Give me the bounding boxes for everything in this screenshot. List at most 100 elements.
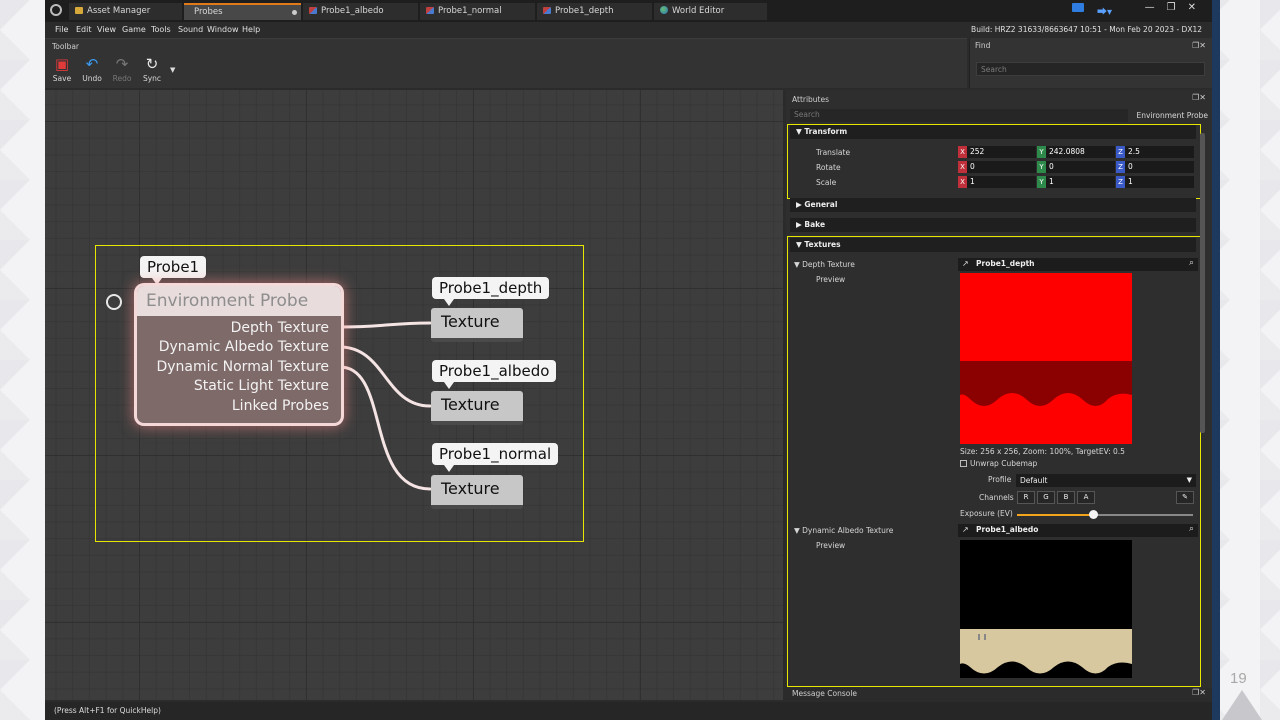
open-external-icon[interactable]: ↗ (962, 259, 969, 268)
environment-probe-node[interactable]: Environment Probe Depth Texture Dynamic … (137, 286, 341, 423)
port-depth-texture[interactable]: Depth Texture (231, 320, 329, 336)
channel-b-button[interactable]: B (1057, 491, 1075, 504)
depth-texture-preview (960, 273, 1132, 444)
panel-float-close-icon[interactable]: ❐✕ (1192, 688, 1206, 697)
channel-r-button[interactable]: R (1017, 491, 1035, 504)
translate-y-field[interactable]: Y 242.0808 (1037, 146, 1115, 158)
menu-tools[interactable]: Tools (151, 25, 171, 34)
undo-label: Undo (82, 74, 102, 83)
x-axis-tag: X (958, 161, 967, 173)
channel-a-button[interactable]: A (1077, 491, 1095, 504)
general-section-header[interactable]: ▶ General (790, 198, 1196, 212)
x-axis-tag: X (958, 146, 967, 158)
value: 1 (1049, 177, 1054, 186)
menu-bar: File Edit View Game Tools Sound Window H… (45, 22, 1212, 38)
transform-section-header[interactable]: ▼ Transform (790, 125, 1196, 139)
texture-size-info: Size: 256 x 256, Zoom: 100%, TargetEV: 0… (960, 447, 1125, 456)
texture-node-normal[interactable]: Texture (431, 475, 523, 509)
checkbox-label: Unwrap Cubemap (970, 459, 1038, 468)
input-socket[interactable] (106, 294, 122, 310)
port-dynamic-albedo-texture[interactable]: Dynamic Albedo Texture (159, 339, 329, 355)
value: 252 (970, 147, 985, 156)
texture-name: Probe1_albedo (976, 525, 1039, 534)
scale-y-field[interactable]: Y1 (1037, 176, 1115, 188)
texture-name: Probe1_depth (976, 259, 1035, 268)
depth-texture-field[interactable]: ↗ Probe1_depth ⌕ (958, 258, 1198, 271)
rotate-z-field[interactable]: Z0 (1116, 161, 1194, 173)
chat-icon[interactable] (1072, 3, 1084, 12)
menu-edit[interactable]: Edit (76, 25, 92, 34)
app-logo-icon[interactable] (50, 4, 62, 16)
menu-game[interactable]: Game (122, 25, 146, 34)
probe-name-label: Probe1 (140, 256, 207, 285)
panel-float-close-icon[interactable]: ❐✕ (1192, 93, 1206, 102)
slider-handle[interactable] (1088, 510, 1098, 519)
redo-button[interactable]: ↷ Redo (110, 55, 134, 83)
unwrap-cubemap-checkbox[interactable]: Unwrap Cubemap (960, 459, 1037, 468)
select-value: Default (1020, 476, 1048, 485)
pencil-icon[interactable]: ✎ (1176, 491, 1194, 504)
channel-g-button[interactable]: G (1037, 491, 1055, 504)
texture-node-depth[interactable]: Texture (431, 308, 523, 342)
search-icon[interactable]: ⌕ (1189, 524, 1194, 534)
node-graph-canvas[interactable]: Probe1 Environment Probe Depth Texture D… (45, 90, 783, 700)
tab-probe1-normal[interactable]: Probe1_normal (420, 3, 535, 20)
find-search-input[interactable]: Search (976, 62, 1205, 76)
open-external-icon[interactable]: ↗ (962, 525, 969, 534)
y-axis-tag: Y (1037, 146, 1046, 158)
attributes-scrollbar[interactable] (1200, 133, 1205, 433)
texture-doc-icon (543, 7, 551, 14)
section-title: Bake (804, 220, 826, 229)
window-controls[interactable]: —❐✕ (1145, 2, 1208, 13)
tab-probes[interactable]: Probes (184, 3, 301, 20)
scale-x-field[interactable]: X1 (958, 176, 1036, 188)
scale-label: Scale (816, 178, 837, 187)
redo-icon: ↷ (115, 55, 129, 73)
profile-select[interactable]: Default ▼ (1016, 474, 1196, 487)
share-icon[interactable]: ⮕▾ (1097, 3, 1112, 18)
bake-section-header[interactable]: ▶ Bake (790, 218, 1196, 232)
sync-dropdown-icon[interactable]: ▼ (170, 66, 175, 74)
value: 1 (970, 177, 975, 186)
tab-probe1-albedo[interactable]: Probe1_albedo (303, 3, 418, 20)
value: 0 (1049, 162, 1054, 171)
texture-node-albedo[interactable]: Texture (431, 391, 523, 425)
message-console-panel: Message Console ❐✕ (786, 688, 1212, 700)
sync-button[interactable]: ↻ Sync (140, 55, 164, 83)
tab-world-editor[interactable]: World Editor (654, 3, 767, 20)
menu-view[interactable]: View (97, 25, 116, 34)
find-panel: Find ❐✕ Search (969, 38, 1212, 88)
exposure-slider[interactable] (1017, 510, 1193, 519)
menu-window[interactable]: Window (207, 25, 239, 34)
object-type-label: Environment Probe (1136, 111, 1208, 120)
profile-label: Profile (988, 475, 1012, 484)
menu-file[interactable]: File (55, 25, 68, 34)
scale-z-field[interactable]: Z1 (1116, 176, 1194, 188)
rotate-y-field[interactable]: Y0 (1037, 161, 1115, 173)
toolbar-panel: Toolbar ▣ Save ↶ Undo ↷ Redo ↻ Sync (45, 38, 967, 88)
tab-probe1-depth[interactable]: Probe1_depth (537, 3, 652, 20)
albedo-texture-field[interactable]: ↗ Probe1_albedo ⌕ (958, 524, 1198, 537)
search-icon[interactable]: ⌕ (1189, 258, 1194, 268)
panel-float-close-icon[interactable]: ❐✕ (1192, 41, 1206, 50)
toolbar-title: Toolbar (52, 42, 80, 51)
attributes-search-input[interactable]: Search (790, 109, 1128, 122)
tab-asset-manager[interactable]: Asset Manager (69, 3, 182, 20)
menu-help[interactable]: Help (242, 25, 260, 34)
translate-x-field[interactable]: X 252 (958, 146, 1036, 158)
port-static-light-texture[interactable]: Static Light Texture (194, 378, 329, 394)
editor-window: Asset Manager Probes Probe1_albedo Probe… (45, 0, 1212, 720)
undo-button[interactable]: ↶ Undo (80, 55, 104, 83)
textures-section-header[interactable]: ▼ Textures (790, 238, 1196, 252)
port-dynamic-normal-texture[interactable]: Dynamic Normal Texture (156, 359, 329, 375)
checkbox-box[interactable] (960, 460, 967, 467)
texture-label-depth: Probe1_depth (432, 277, 550, 306)
depth-texture-label: ▼ Depth Texture (794, 260, 855, 269)
build-info: Build: HRZ2 31633/8663647 10:51 - Mon Fe… (971, 25, 1202, 34)
save-button[interactable]: ▣ Save (50, 55, 74, 83)
menu-sound[interactable]: Sound (178, 25, 203, 34)
rotate-x-field[interactable]: X0 (958, 161, 1036, 173)
translate-z-field[interactable]: Z 2.5 (1116, 146, 1194, 158)
port-linked-probes[interactable]: Linked Probes (232, 398, 329, 414)
tab-bar: Asset Manager Probes Probe1_albedo Probe… (45, 0, 1212, 22)
